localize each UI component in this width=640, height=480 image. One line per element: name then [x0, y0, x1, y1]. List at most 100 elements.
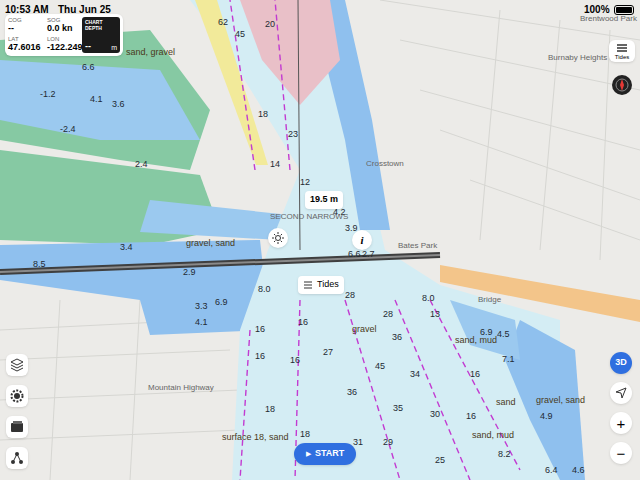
depth-sounding: 4.9: [540, 412, 553, 421]
light-button[interactable]: [268, 228, 288, 248]
chart-depth-value: --: [85, 42, 91, 51]
chart-depth-row: -- m: [85, 42, 117, 51]
depth-sounding: 23: [288, 130, 298, 139]
depth-sounding: 28: [345, 291, 355, 300]
depth-sounding: 16: [298, 318, 308, 327]
layers-icon: [9, 357, 25, 373]
instrument: LAT47.6016: [8, 36, 39, 54]
place-label: Crosstown: [366, 160, 404, 168]
zoom-in-button[interactable]: +: [610, 412, 632, 434]
chart-depth-unit: m: [111, 44, 117, 51]
seabed-label: surface 18, sand: [222, 433, 289, 442]
seabed-label: gravel: [352, 325, 377, 334]
zoom-out-button[interactable]: −: [610, 442, 632, 464]
depth-sounding: 27: [323, 348, 333, 357]
depth-sounding: 16: [470, 370, 480, 379]
depth-sounding: 36: [392, 333, 402, 342]
instrument: COG--: [8, 17, 39, 35]
seabed-label: sand, mud: [455, 336, 497, 345]
instrument: SOG0.0 kn: [47, 17, 78, 35]
route-icon: [9, 450, 25, 466]
depth-sounding: 16: [466, 412, 476, 421]
location-arrow-icon: [615, 387, 627, 399]
depth-sounding: 4.1: [90, 95, 103, 104]
depth-sounding: 31: [353, 438, 363, 447]
depth-sounding: 6.4: [545, 466, 558, 475]
depth-sounding: 13: [430, 310, 440, 319]
gear-icon: [9, 388, 25, 404]
seabed-label: sand, gravel: [126, 48, 175, 57]
tides-callout[interactable]: Tides: [298, 276, 344, 294]
seabed-label: gravel, sand: [536, 396, 585, 405]
seabed-label: gravel, sand: [186, 239, 235, 248]
depth-sounding: 18: [265, 405, 275, 414]
battery-icon: [614, 5, 634, 15]
instrument-label: SOG: [47, 17, 78, 23]
tides-icon: [303, 280, 313, 290]
seabed-label: sand, mud: [472, 431, 514, 440]
mode-3d-button[interactable]: 3D: [610, 352, 632, 374]
compass-button[interactable]: [612, 75, 632, 95]
depth-sounding: 16: [255, 352, 265, 361]
locate-button[interactable]: [610, 382, 632, 404]
right-toolbar: 3D + −: [610, 352, 632, 464]
depth-sounding: 34: [410, 370, 420, 379]
depth-sounding: 8.2: [498, 450, 511, 459]
tides-icon: [616, 42, 628, 54]
battery: 100%: [584, 2, 634, 17]
depth-sounding: 2.7: [362, 250, 375, 259]
wallet-icon: [9, 419, 25, 435]
depth-sounding: 36: [347, 388, 357, 397]
depth-sounding: 18: [258, 110, 268, 119]
start-button[interactable]: ▶ START: [294, 443, 356, 465]
place-label: Burnaby Heights: [548, 54, 607, 62]
route-button[interactable]: [6, 447, 28, 469]
depth-sounding: 8.0: [422, 294, 435, 303]
instrument-value: -122.2497: [47, 42, 78, 53]
instrument-value: --: [8, 23, 39, 34]
tides-callout-label: Tides: [317, 278, 339, 292]
depth-sounding: 2.4: [135, 160, 148, 169]
instrument-grid: COG-- SOG0.0 kn LAT47.6016 LON-122.2497: [8, 17, 78, 53]
depth-sounding: -2.4: [60, 125, 76, 134]
depth-sounding: 3.4: [120, 243, 133, 252]
info-glyph: i: [360, 232, 363, 249]
place-label: Bridge: [478, 296, 501, 304]
depth-sounding: 25: [435, 456, 445, 465]
depth-sounding: 29: [383, 438, 393, 447]
instrument: LON-122.2497: [47, 36, 78, 54]
play-icon: ▶: [306, 449, 311, 460]
place-label: Bates Park: [398, 242, 437, 250]
info-button[interactable]: i: [352, 230, 372, 250]
place-label: Brentwood Park: [580, 15, 637, 23]
depth-sounding: -1.2: [40, 90, 56, 99]
depth-sounding: 14: [270, 160, 280, 169]
left-toolbar: [6, 354, 28, 469]
instrument-label: LAT: [8, 36, 39, 42]
depth-sounding: 4.1: [195, 318, 208, 327]
zoom-in-label: +: [617, 416, 626, 431]
depth-sounding: 7.1: [502, 355, 515, 364]
depth-sounding: 35: [393, 404, 403, 413]
depth-sounding: 4.6: [572, 466, 585, 475]
depth-sounding: 2.9: [183, 268, 196, 277]
mode-3d-label: 3D: [615, 356, 627, 370]
chart-canvas[interactable]: [0, 0, 640, 480]
depth-sounding: 6.9: [215, 298, 228, 307]
wallet-button[interactable]: [6, 416, 28, 438]
place-label: SECOND NARROWS: [270, 213, 348, 221]
start-label: START: [315, 447, 344, 461]
tides-label: Tides: [615, 54, 629, 60]
tides-button[interactable]: Tides: [609, 40, 635, 62]
instrument-value: 0.0 kn: [47, 23, 78, 34]
layers-button[interactable]: [6, 354, 28, 376]
chart-depth-label: CHART DEPTH: [85, 19, 117, 32]
depth-sounding: 16: [255, 325, 265, 334]
battery-fill: [616, 7, 632, 13]
depth-sounding: 30: [430, 410, 440, 419]
depth-sounding: 12: [300, 178, 310, 187]
gear-button[interactable]: [6, 385, 28, 407]
depth-sounding: 18: [300, 430, 310, 439]
depth-sounding: 45: [235, 30, 245, 39]
instrument-label: COG: [8, 17, 39, 23]
